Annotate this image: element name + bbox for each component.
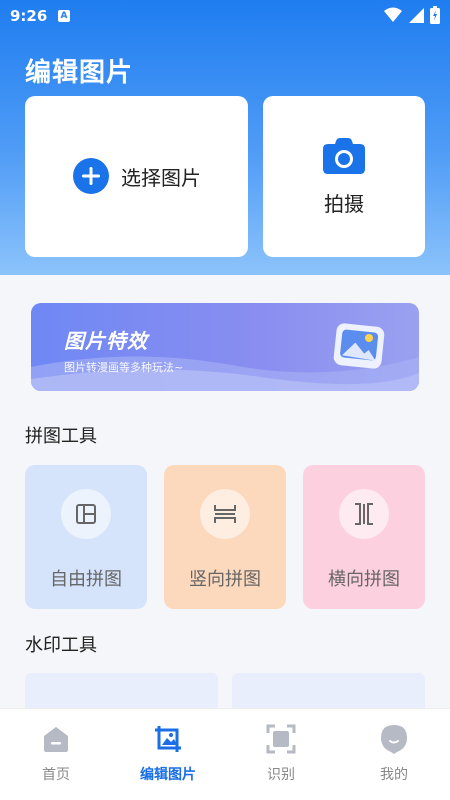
watermark-card[interactable]	[25, 673, 218, 713]
profile-icon	[381, 725, 407, 754]
scan-icon	[266, 724, 296, 754]
vertical-collage-label: 竖向拼图	[189, 569, 261, 590]
camera-label: 拍摄	[324, 192, 364, 216]
signal-icon	[409, 8, 424, 23]
horizontal-collage-card[interactable]: 横向拼图	[303, 465, 425, 609]
banner-title: 图片特效	[64, 329, 148, 353]
horizontal-split-icon	[355, 503, 373, 525]
select-image-label: 选择图片	[121, 165, 201, 190]
camera-icon	[323, 138, 365, 174]
camera-card[interactable]: 拍摄	[263, 96, 425, 257]
select-image-card[interactable]: 选择图片	[25, 96, 248, 257]
nav-home[interactable]: 首页	[0, 709, 112, 800]
nav-recognize-label: 识别	[267, 767, 295, 783]
status-time: 9:26	[10, 7, 48, 25]
watermark-card[interactable]	[232, 673, 425, 713]
vertical-split-icon	[214, 505, 236, 523]
free-collage-card[interactable]: 自由拼图	[25, 465, 147, 609]
page-title: 编辑图片	[25, 58, 134, 88]
nav-edit-image-label: 编辑图片	[140, 767, 196, 783]
wifi-icon	[384, 7, 402, 22]
layout-icon	[76, 504, 96, 524]
status-bar: 9:26 A	[0, 0, 450, 32]
crop-image-icon	[155, 726, 181, 752]
nav-home-label: 首页	[42, 767, 70, 783]
nav-profile-label: 我的	[380, 767, 408, 783]
bottom-nav: 首页 编辑图片 识别 我的	[0, 708, 450, 800]
battery-icon	[430, 6, 440, 24]
collage-section-title: 拼图工具	[25, 426, 97, 447]
watermark-section-title: 水印工具	[25, 635, 97, 656]
picture-icon	[333, 323, 385, 369]
status-icons	[384, 6, 440, 24]
banner-subtitle: 图片转漫画等多种玩法~	[64, 361, 184, 374]
image-effects-banner[interactable]: 图片特效 图片转漫画等多种玩法~	[31, 303, 419, 391]
vertical-collage-card[interactable]: 竖向拼图	[164, 465, 286, 609]
nav-recognize[interactable]: 识别	[225, 709, 337, 800]
notification-icon: A	[58, 10, 70, 22]
free-collage-label: 自由拼图	[50, 569, 122, 590]
horizontal-collage-label: 横向拼图	[328, 569, 400, 590]
home-icon	[44, 727, 68, 752]
nav-profile[interactable]: 我的	[338, 709, 450, 800]
plus-icon	[73, 158, 109, 194]
nav-edit-image[interactable]: 编辑图片	[112, 709, 224, 800]
